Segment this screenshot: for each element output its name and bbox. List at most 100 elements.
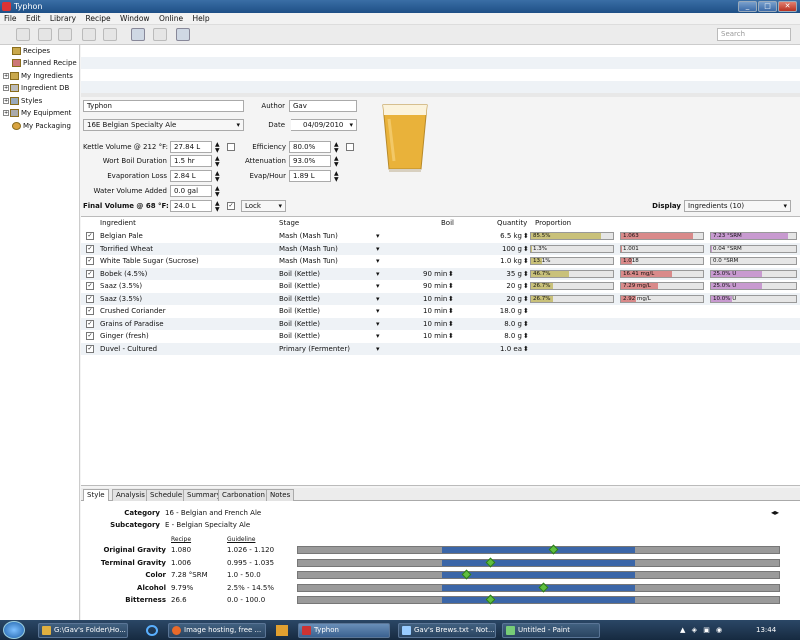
row-checkbox[interactable]: ✓: [86, 244, 94, 253]
chevron-down-icon[interactable]: ▾: [376, 305, 380, 317]
ingredient-boil[interactable]: 10 min: [423, 305, 447, 317]
row-checkbox[interactable]: ✓: [86, 307, 94, 315]
spinner-icon[interactable]: ⬍: [523, 268, 529, 280]
row-checkbox[interactable]: ✓: [86, 269, 94, 278]
table-row[interactable]: ✓ White Table Sugar (Sucrose) Mash (Mash T…: [81, 255, 800, 268]
ingredient-boil[interactable]: 90 min: [423, 268, 447, 280]
table-row[interactable]: ✓ Ginger (fresh) Boil (Kettle) ▾ 10 min ⬍ 8.0 …: [81, 330, 800, 343]
task-typhon[interactable]: Typhon: [298, 623, 390, 638]
ingredient-stage[interactable]: Boil (Kettle): [279, 330, 320, 342]
chevron-down-icon[interactable]: ▾: [376, 243, 380, 255]
menu-help[interactable]: Help: [193, 14, 210, 23]
table-row[interactable]: ✓ Saaz (3.5%) Boil (Kettle) ▾ 90 min ⬍ 20 g ⬍ 26…: [81, 280, 800, 293]
spinner-icon[interactable]: ⬍: [448, 280, 454, 292]
spinner-icon[interactable]: ▲ ▼: [215, 201, 220, 213]
spinner-icon[interactable]: ▲ ▼: [334, 171, 339, 183]
boil-duration-field[interactable]: 1.5 hr: [170, 155, 212, 167]
spinner-icon[interactable]: ⬍: [448, 330, 454, 342]
spinner-icon[interactable]: ⬍: [523, 230, 529, 242]
lock-select[interactable]: Lock ▾: [241, 200, 286, 212]
ingredient-quantity[interactable]: 1.0 kg: [500, 255, 522, 267]
spinner-icon[interactable]: ⬍: [448, 305, 454, 317]
table-row[interactable]: ✓ Torrified Wheat Mash (Mash Tun) ▾ 100 g ⬍ 1.…: [81, 242, 800, 255]
expand-icon[interactable]: +: [3, 73, 9, 79]
final-volume-checkbox[interactable]: ✓: [227, 202, 235, 210]
system-tray-icons[interactable]: ▲ ◈ ▣ ◉: [680, 626, 724, 634]
spinner-icon[interactable]: ⬍: [523, 330, 529, 342]
tab-carbonation[interactable]: Carbonation: [218, 489, 269, 501]
clock[interactable]: 13:44: [756, 626, 776, 634]
menu-recipe[interactable]: Recipe: [86, 14, 111, 23]
ingredient-stage[interactable]: Mash (Mash Tun): [279, 243, 338, 255]
ingredient-quantity[interactable]: 18.0 g: [500, 305, 522, 317]
chevron-down-icon[interactable]: ▾: [376, 330, 380, 342]
chevron-down-icon[interactable]: ▾: [376, 318, 380, 330]
close-button[interactable]: ✕: [778, 1, 797, 12]
ingredient-stage[interactable]: Mash (Mash Tun): [279, 255, 338, 267]
recipe-name-field[interactable]: Typhon: [83, 100, 244, 112]
menu-file[interactable]: File: [4, 14, 17, 23]
ingredient-quantity[interactable]: 20 g: [506, 293, 522, 305]
row-checkbox[interactable]: ✓: [86, 319, 94, 328]
chevron-down-icon[interactable]: ▾: [376, 255, 380, 267]
new-document-icon[interactable]: [82, 28, 96, 41]
spinner-icon[interactable]: ▲ ▼: [215, 142, 220, 154]
task-paint[interactable]: Untitled - Paint: [502, 623, 600, 638]
print-preview-icon[interactable]: [58, 28, 72, 41]
attenuation-field[interactable]: 93.0%: [289, 155, 331, 167]
row-checkbox[interactable]: ✓: [86, 257, 94, 265]
style-select[interactable]: 16E Belgian Specialty Ale ▾: [83, 119, 244, 131]
recipe-list[interactable]: [81, 45, 800, 93]
prev-next-arrows-icon[interactable]: ◂▸: [771, 508, 779, 518]
spinner-icon[interactable]: ▲ ▼: [334, 156, 339, 168]
table-row[interactable]: ✓ Saaz (3.5%) Boil (Kettle) ▾ 10 min ⬍ 20 g ⬍ 26…: [81, 292, 800, 305]
ingredient-stage[interactable]: Boil (Kettle): [279, 268, 320, 280]
spinner-icon[interactable]: ⬍: [523, 318, 529, 330]
evaporation-loss-field[interactable]: 2.84 L: [170, 170, 212, 182]
ie-icon[interactable]: [146, 625, 158, 636]
spinner-icon[interactable]: ⬍: [523, 243, 529, 255]
media-player-icon[interactable]: [276, 625, 288, 636]
table-row[interactable]: ✓ Crushed Coriander Boil (Kettle) ▾ 10 min ⬍ 1…: [81, 305, 800, 318]
menu-window[interactable]: Window: [120, 14, 150, 23]
spinner-icon[interactable]: ⬍: [523, 280, 529, 292]
spinner-icon[interactable]: ⬍: [523, 305, 529, 317]
chevron-down-icon[interactable]: ▾: [376, 280, 380, 292]
spinner-icon[interactable]: ▲ ▼: [215, 156, 220, 168]
sidebar-item-styles[interactable]: + Styles: [3, 95, 42, 107]
ingredient-boil[interactable]: 10 min: [423, 293, 447, 305]
chevron-down-icon[interactable]: ▾: [376, 230, 380, 242]
minimize-button[interactable]: _: [738, 1, 757, 12]
ingredient-stage[interactable]: Mash (Mash Tun): [279, 230, 338, 242]
ingredient-quantity[interactable]: 8.0 g: [504, 318, 522, 330]
efficiency-checkbox[interactable]: [346, 143, 354, 151]
col-header-proportion[interactable]: Proportion: [535, 219, 571, 228]
spinner-icon[interactable]: ▲ ▼: [215, 186, 220, 198]
task-browser[interactable]: Image hosting, free ...: [168, 623, 266, 638]
ingredient-stage[interactable]: Boil (Kettle): [279, 280, 320, 292]
sidebar-item-my-equipment[interactable]: + My Equipment: [3, 107, 71, 119]
kettle-volume-field[interactable]: 27.84 L: [170, 141, 212, 153]
kettle-volume-checkbox[interactable]: [227, 143, 235, 151]
row-checkbox[interactable]: ✓: [86, 332, 94, 340]
ingredient-quantity[interactable]: 100 g: [502, 243, 522, 255]
menu-library[interactable]: Library: [50, 14, 76, 23]
ingredient-boil[interactable]: 10 min: [423, 330, 447, 342]
tab-notes[interactable]: Notes: [266, 489, 295, 501]
tab-analysis[interactable]: Analysis: [112, 489, 149, 501]
spinner-icon[interactable]: ⬍: [523, 255, 529, 267]
sidebar-item-ingredient-db[interactable]: + Ingredient DB: [3, 82, 69, 94]
spinner-icon[interactable]: ⬍: [523, 343, 529, 355]
final-volume-field[interactable]: 24.0 L: [170, 200, 212, 212]
evap-hour-field[interactable]: 1.89 L: [289, 170, 331, 182]
table-row[interactable]: ✓ Belgian Pale Mash (Mash Tun) ▾ 6.5 kg ⬍ 85.5…: [81, 230, 800, 243]
ingredient-stage[interactable]: Boil (Kettle): [279, 318, 320, 330]
row-checkbox[interactable]: ✓: [86, 294, 94, 303]
water-added-field[interactable]: 0.0 gal: [170, 185, 212, 197]
ingredient-quantity[interactable]: 6.5 kg: [500, 230, 522, 242]
row-checkbox[interactable]: ✓: [86, 282, 94, 290]
spinner-icon[interactable]: ▲ ▼: [215, 171, 220, 183]
sidebar-item-my-packaging[interactable]: My Packaging: [12, 120, 71, 132]
start-button[interactable]: [3, 621, 25, 639]
spinner-icon[interactable]: ⬍: [448, 318, 454, 330]
